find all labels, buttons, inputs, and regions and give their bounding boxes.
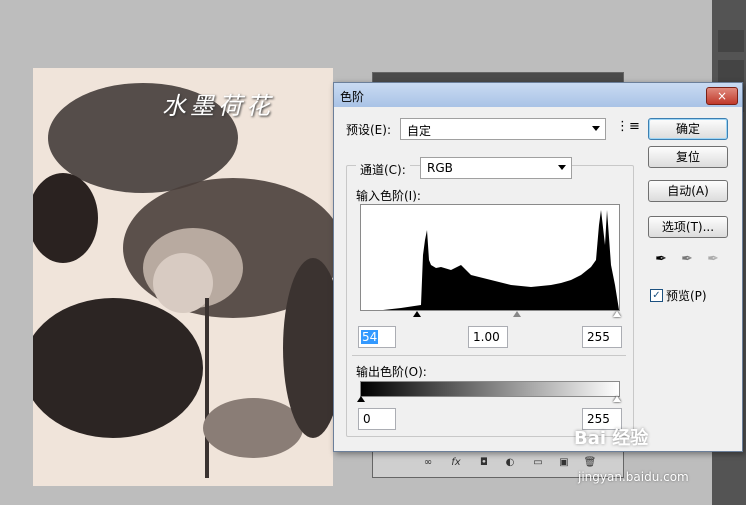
chevron-down-icon bbox=[558, 165, 566, 170]
preset-select[interactable]: 自定 bbox=[400, 118, 606, 140]
divider bbox=[352, 355, 626, 356]
dialog-titlebar[interactable]: 色阶 × bbox=[334, 83, 742, 107]
histogram-graph bbox=[361, 210, 619, 310]
auto-button[interactable]: 自动(A) bbox=[648, 180, 728, 202]
preset-value: 自定 bbox=[407, 124, 432, 138]
close-icon[interactable]: × bbox=[706, 87, 738, 105]
channel-label: 通道(C): bbox=[356, 161, 410, 178]
ok-button[interactable]: 确定 bbox=[648, 118, 728, 140]
watermark: Bai 经验 bbox=[574, 428, 649, 449]
input-black-slider[interactable] bbox=[413, 311, 421, 317]
output-levels-label: 输出色阶(O): bbox=[356, 365, 427, 379]
document-canvas[interactable] bbox=[33, 68, 333, 486]
input-gamma-value: 1.00 bbox=[473, 330, 500, 344]
reset-button[interactable]: 复位 bbox=[648, 146, 728, 168]
input-gamma-slider[interactable] bbox=[513, 311, 521, 317]
watermark-url: jingyan.baidu.com bbox=[578, 470, 689, 484]
dialog-title: 色阶 bbox=[340, 90, 365, 104]
output-gradient-bar bbox=[360, 381, 620, 397]
histogram bbox=[360, 204, 620, 311]
mask-icon[interactable]: ◘ bbox=[477, 457, 491, 469]
preset-label: 预设(E): bbox=[346, 123, 391, 137]
preview-checkbox[interactable]: ✓ bbox=[650, 289, 663, 302]
output-white-slider[interactable] bbox=[613, 396, 621, 402]
input-gamma-field[interactable]: 1.00 bbox=[468, 326, 508, 348]
folder-icon[interactable]: ▭ bbox=[531, 457, 545, 469]
white-eyedropper-icon[interactable]: ✒ bbox=[704, 251, 722, 269]
output-black-slider[interactable] bbox=[357, 396, 365, 402]
input-levels-label: 输入色阶(I): bbox=[356, 189, 421, 203]
input-black-field[interactable]: 54 bbox=[358, 326, 396, 348]
artwork-title-calligraphy: 水墨荷花 bbox=[162, 92, 274, 120]
dock-tool-icon[interactable] bbox=[718, 60, 744, 82]
input-white-slider[interactable] bbox=[613, 311, 621, 317]
channel-value: RGB bbox=[427, 161, 453, 175]
input-white-field[interactable]: 255 bbox=[582, 326, 622, 348]
preview-label: 预览(P) bbox=[666, 289, 707, 303]
dock-tool-icon[interactable] bbox=[718, 30, 744, 52]
input-white-value: 255 bbox=[587, 330, 610, 344]
fx-icon[interactable]: fx bbox=[449, 457, 463, 469]
input-black-value: 54 bbox=[361, 330, 379, 344]
ink-lotus-artwork bbox=[33, 83, 333, 478]
gray-eyedropper-icon[interactable]: ✒ bbox=[678, 251, 696, 269]
levels-dialog: 色阶 × 预设(E): 自定 ⋮≡ 通道(C): RGB 输入色阶(I): 54… bbox=[333, 82, 743, 452]
link-icon[interactable]: ∞ bbox=[421, 457, 435, 469]
channel-select[interactable]: RGB bbox=[420, 157, 572, 179]
options-button[interactable]: 选项(T)... bbox=[648, 216, 728, 238]
output-black-value: 0 bbox=[363, 412, 371, 426]
new-layer-icon[interactable]: ▣ bbox=[557, 457, 571, 469]
trash-icon[interactable]: 🗑 bbox=[583, 457, 597, 469]
chevron-down-icon bbox=[592, 126, 600, 131]
preset-menu-icon[interactable]: ⋮≡ bbox=[616, 119, 640, 134]
output-black-field[interactable]: 0 bbox=[358, 408, 396, 430]
adjustment-icon[interactable]: ◐ bbox=[503, 457, 517, 469]
black-eyedropper-icon[interactable]: ✒ bbox=[652, 251, 670, 269]
